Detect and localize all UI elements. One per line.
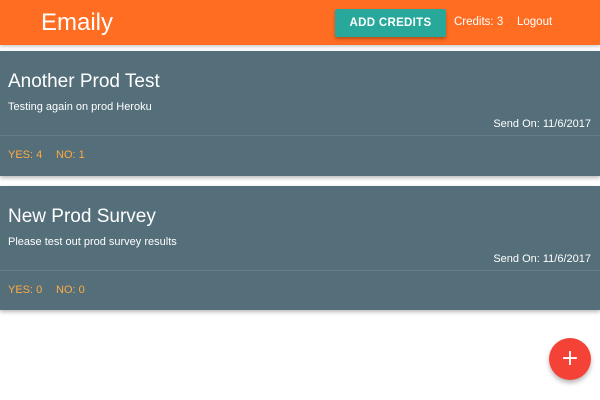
brand-logo[interactable]: Emaily [41,9,113,37]
survey-card: Another Prod Test Testing again on prod … [0,51,600,176]
no-count-link[interactable]: NO: 0 [56,284,85,296]
credits-count: Credits: 3 [454,16,504,28]
add-credits-button[interactable]: ADD CREDITS [335,9,446,37]
card-divider [0,135,600,136]
survey-card: New Prod Survey Please test out prod sur… [0,186,600,310]
logout-link[interactable]: Logout [517,16,552,28]
survey-title: Another Prod Test [8,71,160,92]
survey-title: New Prod Survey [8,206,156,227]
yes-count-link[interactable]: YES: 0 [8,284,42,296]
navbar: Emaily ADD CREDITS Credits: 3 Logout [0,0,600,45]
survey-body: Testing again on prod Heroku [8,101,152,113]
survey-sent-date: Send On: 11/6/2017 [493,253,591,265]
card-divider [0,270,600,271]
plus-icon: + [560,346,580,371]
survey-body: Please test out prod survey results [8,236,177,248]
no-count-link[interactable]: NO: 1 [56,149,85,161]
yes-count-link[interactable]: YES: 4 [8,149,42,161]
survey-sent-date: Send On: 11/6/2017 [493,118,591,130]
add-survey-button[interactable]: + [549,338,591,380]
